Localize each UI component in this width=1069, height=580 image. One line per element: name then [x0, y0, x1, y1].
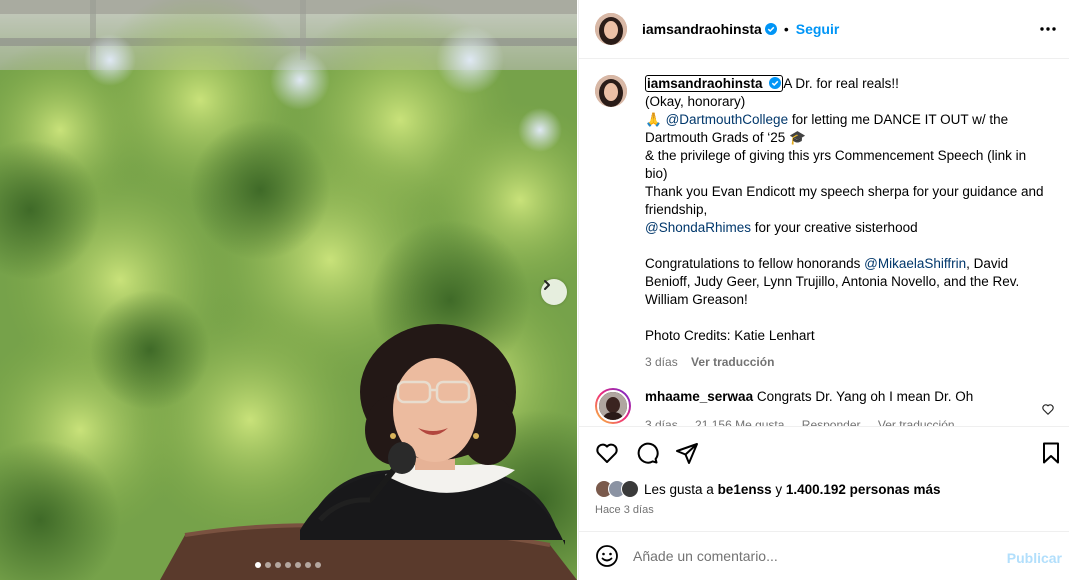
caption-line: for your creative sisterhood: [751, 220, 918, 235]
reply-button[interactable]: Responder: [802, 418, 861, 426]
emoji-smiley-icon[interactable]: [595, 544, 619, 568]
carousel-dot: [315, 562, 321, 568]
carousel-dot: [255, 562, 261, 568]
translate-link[interactable]: Ver traducción: [691, 355, 774, 369]
comment-meta: 3 días 21.156 Me gusta Responder Ver tra…: [645, 416, 973, 426]
more-options-button[interactable]: [1038, 19, 1058, 39]
caption-line: A Dr. for real reals!!: [783, 76, 899, 91]
caption-line: Thank you Evan Endicott my speech sherpa…: [645, 184, 1044, 217]
liker-username[interactable]: be1enss: [718, 482, 772, 497]
likes-summary: Les gusta a be1enss y 1.400.192 personas…: [595, 480, 940, 498]
comment-text: Congrats Dr. Yang oh I mean Dr. Oh: [756, 389, 974, 404]
likes-text: Les gusta a be1enss y 1.400.192 personas…: [644, 481, 941, 497]
more-dots-icon: [1040, 27, 1056, 31]
caption-line: Photo Credits: Katie Lenhart: [645, 328, 815, 343]
avatar[interactable]: [595, 388, 631, 424]
post-side-panel: iamsandraohinsta • Seguir iamsandraohins…: [578, 0, 1069, 580]
comments-scroll-area[interactable]: iamsandraohinsta A Dr. for real reals!! …: [579, 60, 1069, 426]
verified-badge-icon: [769, 77, 782, 89]
caption-line: & the privilege of giving this yrs Comme…: [645, 148, 1027, 181]
caption-username[interactable]: iamsandraohinsta: [645, 75, 784, 92]
caption-meta: 3 días Ver traducción: [645, 353, 1045, 371]
liker-avatar[interactable]: [621, 480, 639, 498]
comment-like-heart-icon[interactable]: [1041, 402, 1055, 416]
photo-illustration: [0, 0, 577, 580]
post-caption: iamsandraohinsta A Dr. for real reals!! …: [595, 75, 1055, 371]
post-photo: [0, 0, 577, 580]
comment-likes[interactable]: 21.156 Me gusta: [695, 418, 784, 426]
chevron-right-icon: [544, 280, 550, 290]
caption-text: iamsandraohinsta A Dr. for real reals!! …: [645, 75, 1045, 371]
post-date[interactable]: Hace 3 días: [595, 504, 654, 516]
verified-badge-icon: [764, 23, 777, 35]
comment-bubble-icon[interactable]: [635, 441, 659, 465]
publish-button[interactable]: Publicar: [1007, 550, 1062, 566]
carousel-next-button[interactable]: [541, 279, 567, 305]
carousel-dot: [305, 562, 311, 568]
carousel-dot: [265, 562, 271, 568]
avatar[interactable]: [595, 13, 627, 45]
caption-line: Congratulations to fellow honorands: [645, 256, 865, 271]
comment-body: mhaame_serwaa Congrats Dr. Yang oh I mea…: [645, 388, 973, 426]
carousel-dot: [285, 562, 291, 568]
carousel-indicator: [255, 562, 321, 568]
post-header: iamsandraohinsta • Seguir: [579, 0, 1069, 59]
comment-item: mhaame_serwaa Congrats Dr. Yang oh I mea…: [595, 388, 1055, 426]
follow-button[interactable]: Seguir: [796, 21, 840, 37]
add-comment-bar: Publicar: [579, 531, 1069, 580]
likes-count[interactable]: 1.400.192 personas más: [786, 482, 941, 497]
add-comment-input[interactable]: [633, 548, 993, 564]
comment-translate-link[interactable]: Ver traducción: [878, 418, 955, 426]
carousel-dot: [275, 562, 281, 568]
share-paper-plane-icon[interactable]: [675, 441, 699, 465]
mention-link[interactable]: @DartmouthCollege: [666, 112, 789, 127]
post-author-username[interactable]: iamsandraohinsta: [642, 21, 762, 37]
comment-time[interactable]: 3 días: [645, 418, 678, 426]
like-heart-icon[interactable]: [595, 441, 619, 465]
comment-username[interactable]: mhaame_serwaa: [645, 389, 753, 404]
avatar[interactable]: [595, 75, 627, 107]
separator-dot: •: [783, 21, 789, 37]
mention-link[interactable]: @MikaelaShiffrin: [864, 256, 966, 271]
prayer-emoji: 🙏: [645, 112, 666, 127]
caption-time[interactable]: 3 días: [645, 355, 678, 369]
caption-line: (Okay, honorary): [645, 94, 746, 109]
carousel-dot: [295, 562, 301, 568]
post-actions-bar: [579, 426, 1069, 476]
save-bookmark-icon[interactable]: [1039, 441, 1063, 465]
mention-link[interactable]: @ShondaRhimes: [645, 220, 751, 235]
